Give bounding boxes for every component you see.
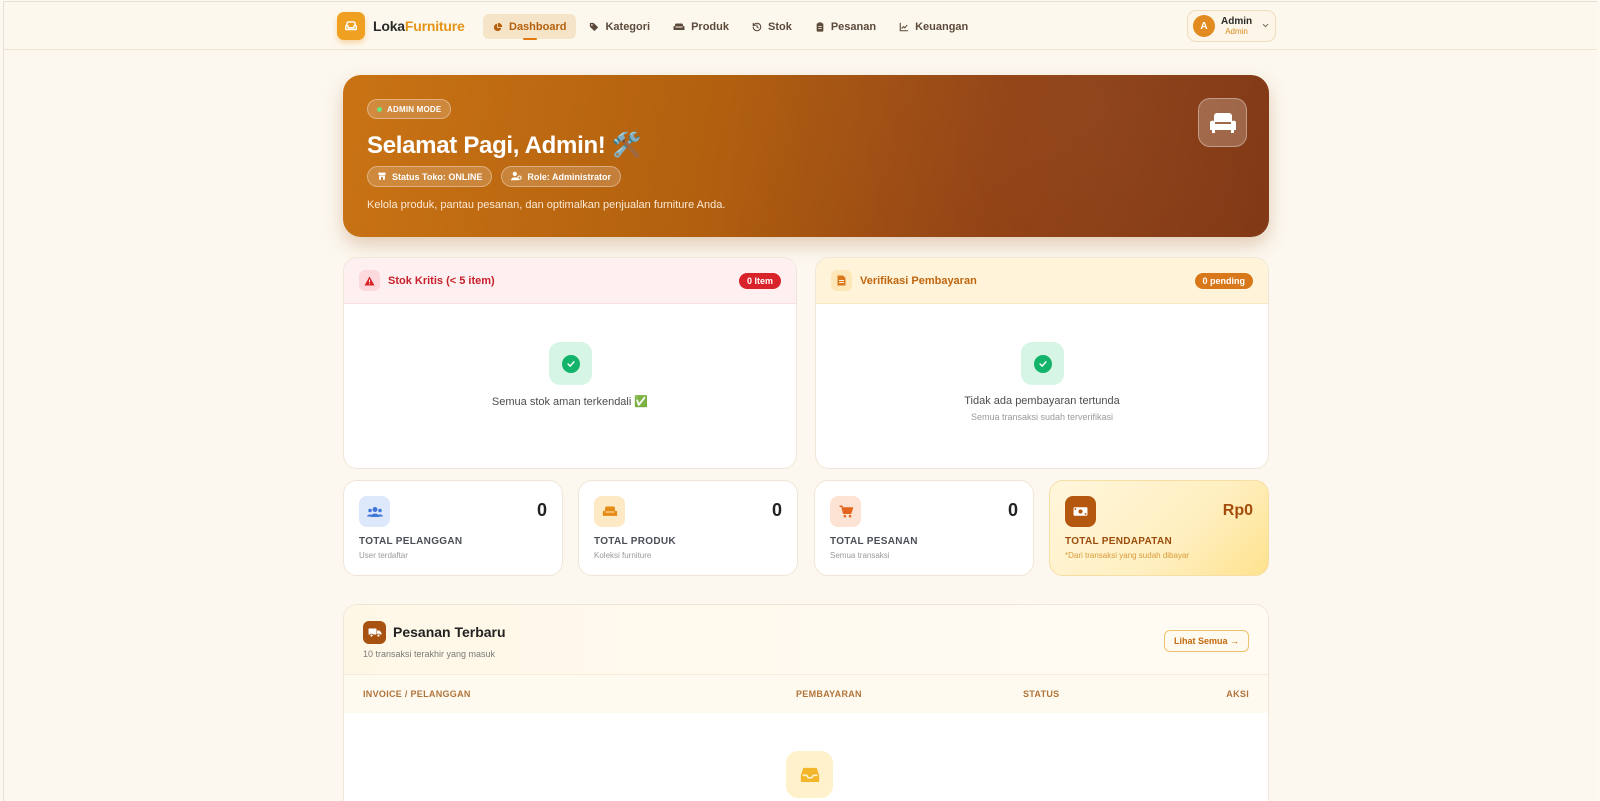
stat-sub: Semua transaksi bbox=[830, 551, 890, 560]
user-name: Admin bbox=[1221, 16, 1253, 27]
stat-label: TOTAL PELANGGAN bbox=[359, 536, 463, 547]
store-icon bbox=[377, 171, 387, 183]
recent-orders-title: Pesanan Terbaru bbox=[393, 624, 506, 640]
stat-value: 0 bbox=[771, 500, 782, 520]
stat-total-pesanan[interactable]: 0 TOTAL PESANAN Semua transaksi bbox=[814, 480, 1034, 576]
pie-chart-icon bbox=[493, 22, 503, 32]
nav-label: Stok bbox=[768, 20, 792, 33]
critical-stock-message: Semua stok aman terkendali ✅ bbox=[491, 396, 649, 408]
receipt-icon bbox=[831, 270, 852, 291]
users-icon bbox=[359, 496, 390, 527]
store-status-pill: Status Toko: ONLINE bbox=[367, 166, 493, 187]
sofa-icon bbox=[673, 22, 685, 32]
payment-pending-badge: 0 pending bbox=[1194, 272, 1253, 289]
column-header-invoice[interactable]: INVOICE / PELANGGAN bbox=[363, 689, 471, 699]
money-icon bbox=[1065, 496, 1096, 527]
stat-total-produk[interactable]: 0 TOTAL PRODUK Koleksi furniture bbox=[578, 480, 798, 576]
check-circle-icon bbox=[1021, 342, 1064, 385]
stat-label: TOTAL PENDAPATAN bbox=[1065, 536, 1173, 547]
stat-label: TOTAL PRODUK bbox=[594, 536, 676, 547]
couch-icon bbox=[1198, 98, 1247, 147]
cart-icon bbox=[830, 496, 861, 527]
user-menu[interactable]: A Admin Admin bbox=[1187, 10, 1276, 42]
column-header-action[interactable]: AKSI bbox=[1226, 689, 1249, 699]
avatar: A bbox=[1193, 15, 1215, 37]
sofa-logo-icon bbox=[337, 12, 365, 40]
warning-icon bbox=[359, 270, 380, 291]
hero-pills: Status Toko: ONLINE Role: Administrator bbox=[367, 166, 622, 187]
nav-label: Dashboard bbox=[509, 20, 567, 33]
payment-verification-card: Verifikasi Pembayaran 0 pending Tidak ad… bbox=[815, 257, 1269, 469]
chevron-down-icon bbox=[1261, 17, 1270, 35]
recent-orders-subtitle: 10 transaksi terakhir yang masuk bbox=[363, 649, 496, 659]
welcome-banner: ADMIN MODE Selamat Pagi, Admin! 🛠️ Statu… bbox=[343, 75, 1269, 237]
truck-icon bbox=[363, 621, 386, 644]
payment-verification-sub: Semua transaksi sudah terverifikasi bbox=[970, 412, 1114, 422]
app-window: LokaFurniture Dashboard Kategori Produk … bbox=[3, 1, 1597, 801]
line-chart-icon bbox=[899, 22, 909, 32]
stat-sub: *Dari transaksi yang sudah dibayar bbox=[1065, 551, 1190, 560]
payment-verification-header: Verifikasi Pembayaran 0 pending bbox=[816, 258, 1268, 304]
orders-table-header: INVOICE / PELANGGAN PEMBAYARAN STATUS AK… bbox=[344, 675, 1268, 713]
admin-mode-label: ADMIN MODE bbox=[387, 104, 442, 114]
history-icon bbox=[752, 22, 762, 32]
critical-stock-card: Stok Kritis (< 5 item) 0 Item Semua stok… bbox=[343, 257, 797, 469]
main-menu: Dashboard Kategori Produk Stok Pesanan K… bbox=[483, 14, 978, 40]
payment-verification-message: Tidak ada pembayaran tertunda bbox=[964, 395, 1120, 407]
clipboard-icon bbox=[815, 21, 825, 32]
user-role: Admin bbox=[1225, 27, 1248, 36]
welcome-description: Kelola produk, pantau pesanan, dan optim… bbox=[367, 199, 726, 211]
nav-keuangan[interactable]: Keuangan bbox=[889, 14, 978, 39]
payment-verification-title: Verifikasi Pembayaran bbox=[860, 274, 977, 287]
brand[interactable]: LokaFurniture bbox=[337, 12, 465, 40]
critical-stock-badge: 0 Item bbox=[738, 272, 781, 289]
nav-stok[interactable]: Stok bbox=[742, 14, 802, 39]
nav-pesanan[interactable]: Pesanan bbox=[805, 14, 886, 39]
column-header-payment[interactable]: PEMBAYARAN bbox=[796, 689, 862, 699]
recent-orders-panel: Pesanan Terbaru 10 transaksi terakhir ya… bbox=[343, 604, 1269, 801]
user-info: Admin Admin bbox=[1221, 16, 1252, 36]
column-header-status[interactable]: STATUS bbox=[1023, 689, 1059, 699]
stat-value: 0 bbox=[1007, 500, 1018, 520]
stat-total-pelanggan[interactable]: 0 TOTAL PELANGGAN User terdaftar bbox=[343, 480, 563, 576]
stat-sub: User terdaftar bbox=[359, 551, 408, 560]
nav-label: Produk bbox=[691, 20, 729, 33]
nav-label: Keuangan bbox=[915, 20, 969, 33]
brand-name: LokaFurniture bbox=[373, 18, 465, 34]
nav-produk[interactable]: Produk bbox=[663, 14, 739, 39]
role-label: Role: Administrator bbox=[527, 171, 612, 182]
role-pill: Role: Administrator bbox=[501, 166, 622, 187]
inbox-icon bbox=[786, 751, 833, 798]
stat-sub: Koleksi furniture bbox=[594, 551, 652, 560]
top-navbar: LokaFurniture Dashboard Kategori Produk … bbox=[4, 2, 1597, 50]
brand-name-part1: Loka bbox=[373, 18, 405, 34]
status-dot bbox=[377, 106, 382, 112]
nav-kategori[interactable]: Kategori bbox=[579, 14, 660, 39]
stat-total-pendapatan[interactable]: Rp0 TOTAL PENDAPATAN *Dari transaksi yan… bbox=[1049, 480, 1269, 576]
stat-value: Rp0 bbox=[1222, 502, 1253, 519]
recent-orders-header: Pesanan Terbaru 10 transaksi terakhir ya… bbox=[344, 605, 1268, 675]
couch-icon bbox=[594, 496, 625, 527]
check-circle-icon bbox=[549, 342, 592, 385]
admin-mode-badge: ADMIN MODE bbox=[367, 99, 452, 119]
critical-stock-title: Stok Kritis (< 5 item) bbox=[388, 274, 495, 287]
critical-stock-header: Stok Kritis (< 5 item) 0 Item bbox=[344, 258, 796, 304]
tag-icon bbox=[589, 22, 599, 32]
store-status-label: Status Toko: ONLINE bbox=[392, 171, 483, 182]
brand-name-part2: Furniture bbox=[404, 18, 465, 34]
stat-value: 0 bbox=[536, 500, 547, 520]
nav-label: Kategori bbox=[605, 20, 651, 33]
see-all-button[interactable]: Lihat Semua → bbox=[1163, 630, 1249, 652]
user-gear-icon bbox=[511, 171, 523, 183]
stat-label: TOTAL PESANAN bbox=[830, 536, 918, 547]
nav-dashboard[interactable]: Dashboard bbox=[483, 14, 577, 40]
welcome-title: Selamat Pagi, Admin! 🛠️ bbox=[367, 132, 642, 159]
nav-label: Pesanan bbox=[830, 20, 877, 33]
